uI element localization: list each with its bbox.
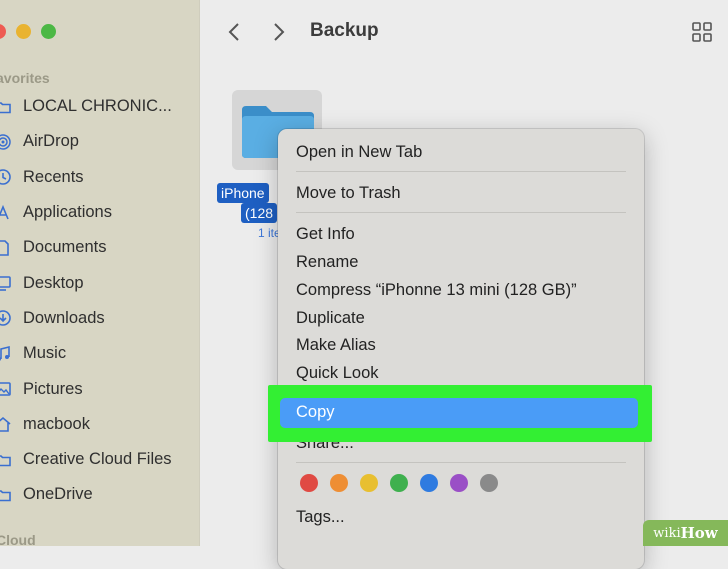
minimize-window-button[interactable] [16, 24, 31, 39]
sidebar-item-label: Applications [23, 203, 112, 222]
back-button[interactable] [222, 20, 246, 44]
tag-gray-button[interactable] [480, 474, 498, 492]
sidebar-item-label: OneDrive [23, 485, 93, 504]
context-menu: Open in New Tab Move to Trash Get Info R… [278, 129, 644, 569]
applications-icon [0, 204, 12, 222]
chevron-left-icon [228, 23, 239, 41]
sidebar-item-label: macbook [23, 414, 90, 433]
sidebar-item-label: Desktop [23, 273, 84, 292]
watermark-wiki: wiki [653, 525, 681, 541]
sidebar-item-recents[interactable]: Recents [0, 160, 200, 195]
menu-item-tags[interactable]: Tags... [296, 507, 345, 527]
home-icon [0, 415, 12, 433]
sidebar-list: LOCAL CHRONIC... AirDrop Recents Applica… [0, 89, 200, 513]
document-icon [0, 239, 12, 257]
menu-item-make-alias[interactable]: Make Alias [296, 335, 376, 355]
sidebar-item-downloads[interactable]: Downloads [0, 301, 200, 336]
sidebar: avorites LOCAL CHRONIC... AirDrop Recent… [0, 0, 200, 548]
icon-view-button[interactable] [692, 22, 712, 42]
sidebar-item-pictures[interactable]: Pictures [0, 371, 200, 406]
menu-item-quick-look[interactable]: Quick Look [296, 363, 379, 383]
sidebar-item-label: Documents [23, 238, 107, 257]
favorites-section-label: avorites [0, 70, 50, 86]
clock-icon [0, 168, 12, 186]
music-icon [0, 345, 12, 363]
sidebar-item-local-chronic[interactable]: LOCAL CHRONIC... [0, 89, 200, 124]
folder-icon [0, 98, 12, 116]
zoom-window-button[interactable] [41, 24, 56, 39]
desktop-icon [0, 274, 12, 292]
tag-orange-button[interactable] [330, 474, 348, 492]
menu-item-get-info[interactable]: Get Info [296, 224, 355, 244]
close-window-button[interactable] [0, 24, 6, 39]
menu-item-copy-label: Copy [296, 403, 335, 421]
sidebar-item-label: LOCAL CHRONIC... [23, 97, 172, 116]
menu-item-compress[interactable]: Compress “iPhonne 13 mini (128 GB)” [296, 280, 577, 300]
sidebar-item-onedrive[interactable]: OneDrive [0, 477, 200, 512]
menu-item-move-to-trash[interactable]: Move to Trash [296, 183, 401, 203]
sidebar-item-documents[interactable]: Documents [0, 230, 200, 265]
download-icon [0, 309, 12, 327]
window-title: Backup [310, 20, 379, 41]
tag-blue-button[interactable] [420, 474, 438, 492]
sidebar-item-label: Pictures [23, 379, 83, 398]
sidebar-item-applications[interactable]: Applications [0, 195, 200, 230]
menu-separator [296, 171, 626, 172]
menu-separator [296, 212, 626, 213]
window-controls [0, 24, 56, 39]
sidebar-item-macbook[interactable]: macbook [0, 407, 200, 442]
tag-color-row [300, 474, 498, 492]
copy-highlight-box: Copy [268, 385, 652, 442]
wikihow-watermark: wiki How [643, 520, 728, 546]
tag-yellow-button[interactable] [360, 474, 378, 492]
sidebar-item-label: Music [23, 344, 67, 363]
sidebar-item-creative-cloud-files[interactable]: Creative Cloud Files [0, 442, 200, 477]
sidebar-item-label: AirDrop [23, 132, 79, 151]
menu-item-open-in-new-tab[interactable]: Open in New Tab [296, 142, 422, 162]
menu-item-duplicate[interactable]: Duplicate [296, 308, 365, 328]
folder-name-line: (128 [241, 203, 278, 223]
menu-separator [296, 462, 626, 463]
sidebar-item-label: Recents [23, 167, 84, 186]
pictures-icon [0, 380, 12, 398]
tag-red-button[interactable] [300, 474, 318, 492]
sidebar-item-desktop[interactable]: Desktop [0, 265, 200, 300]
forward-button[interactable] [267, 20, 291, 44]
watermark-how: How [680, 524, 718, 542]
tag-green-button[interactable] [390, 474, 408, 492]
folder-name-line: iPhone [217, 183, 269, 203]
folder-icon [0, 486, 12, 504]
menu-item-rename[interactable]: Rename [296, 252, 358, 272]
chevron-right-icon [274, 23, 285, 41]
tag-purple-button[interactable] [450, 474, 468, 492]
sidebar-item-music[interactable]: Music [0, 336, 200, 371]
grid-icon [692, 22, 712, 42]
menu-item-copy[interactable]: Copy [280, 398, 638, 428]
sidebar-item-airdrop[interactable]: AirDrop [0, 124, 200, 159]
sidebar-item-label: Downloads [23, 308, 105, 327]
folder-icon [0, 451, 12, 469]
airdrop-icon [0, 133, 12, 151]
sidebar-item-label: Creative Cloud Files [23, 450, 172, 469]
